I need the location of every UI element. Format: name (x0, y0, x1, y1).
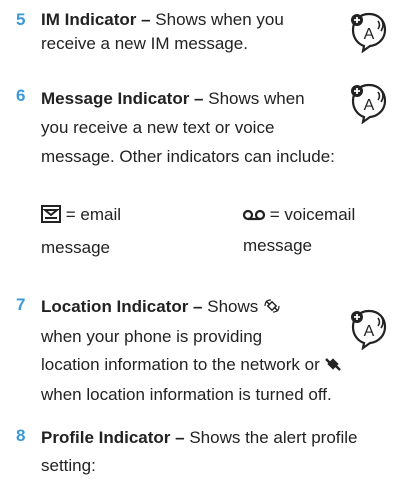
voicemail-indicator: = voicemail message (242, 200, 356, 261)
email-label: = email (61, 205, 121, 224)
voicemail-label: = voicemail (265, 205, 356, 224)
item-line: location information to the network or (41, 355, 325, 374)
svg-text:A: A (364, 26, 375, 43)
item-line: Shows the alert profile (184, 428, 358, 447)
item-number: 7 (16, 295, 26, 314)
item-number: 8 (16, 426, 26, 445)
item-line: Shows when (203, 89, 305, 108)
location-on-icon (263, 295, 281, 323)
voicemail-label-cont: message (243, 236, 312, 255)
item-line: you receive a new text or voice (41, 118, 275, 137)
email-label-cont: message (41, 238, 110, 257)
item-line: when location information is turned off. (41, 385, 332, 404)
feature-speech-icon: A (351, 309, 387, 350)
item-line: receive a new IM message. (41, 34, 248, 53)
item-text: Location Indicator – Shows when your pho… (41, 293, 342, 409)
item-text: Message Indicator – Shows when you recei… (41, 84, 335, 171)
item-number: 6 (16, 86, 26, 105)
location-off-icon (324, 353, 342, 381)
item-line: setting: (41, 456, 96, 475)
email-icon (41, 203, 61, 233)
item-line: when your phone is providing (41, 327, 263, 346)
item-text: Profile Indicator – Shows the alert prof… (41, 424, 358, 480)
item-text: IM Indicator – Shows when you receive a … (41, 8, 284, 56)
email-indicator: = email message (41, 200, 121, 263)
voicemail-icon (242, 201, 266, 231)
feature-speech-icon: A (351, 83, 387, 124)
feature-speech-icon: A (351, 12, 387, 53)
item-title: Location Indicator – (41, 297, 203, 316)
item-line: Shows (202, 297, 264, 316)
item-title: IM Indicator – (41, 10, 151, 29)
item-title: Message Indicator – (41, 89, 204, 108)
svg-text:A: A (364, 97, 375, 114)
item-line: message. Other indicators can include: (41, 147, 335, 166)
item-title: Profile Indicator – (41, 428, 185, 447)
item-line: Shows when you (150, 10, 284, 29)
svg-text:A: A (364, 323, 375, 340)
item-number: 5 (16, 10, 26, 29)
